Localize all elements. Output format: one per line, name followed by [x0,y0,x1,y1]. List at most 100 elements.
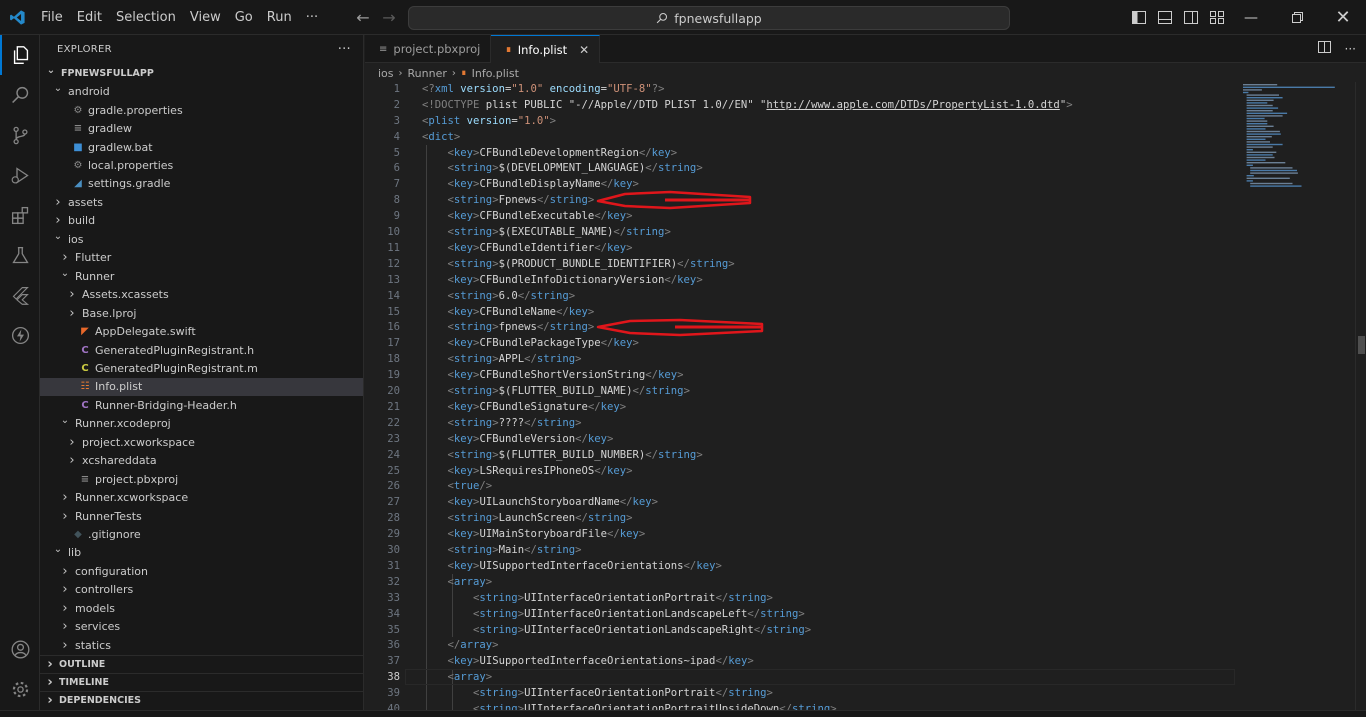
minimap-line [1246,120,1268,122]
breadcrumb-item[interactable]: Info.plist [472,67,519,80]
editor-tab-bar: ≡ project.pbxproj ∎ Info.plist ✕ ··· [365,35,1366,63]
chevron-right-icon: › [47,693,53,708]
tree-file[interactable]: ◆ .gitignore [40,525,363,544]
minimize-icon[interactable]: — [1228,0,1274,35]
menu-item[interactable]: View [183,0,228,35]
status-bar [0,710,1366,717]
tab-info-plist[interactable]: ∎ Info.plist ✕ [491,35,601,63]
menu-item[interactable]: Selection [109,0,183,35]
search-icon[interactable] [0,75,40,115]
section-outline[interactable]: › OUTLINE [40,655,363,673]
tree-item-label: Base.lproj [82,306,137,320]
vertical-scrollbar[interactable] [1355,82,1366,717]
tree-item-label: build [68,214,96,228]
tree-folder[interactable]: › project.xcworkspace [40,433,363,452]
tree-folder[interactable]: › Assets.xcassets [40,285,363,304]
split-editor-icon[interactable] [1317,41,1331,57]
thunder-client-icon[interactable] [0,315,40,355]
tree-folder[interactable]: › statics [40,636,363,655]
code-editor[interactable]: 1 <?xml version="1.0" encoding="UTF-8"?> 2… [365,82,1355,717]
tree-file[interactable]: C GeneratedPluginRegistrant.h [40,341,363,360]
explorer-more-actions[interactable]: ··· [338,42,351,57]
tree-file[interactable]: C GeneratedPluginRegistrant.m [40,359,363,378]
tree-folder[interactable]: › services [40,618,363,637]
search-icon [656,12,668,24]
restore-icon[interactable] [1274,0,1320,35]
chevron-right-icon: › [62,563,68,579]
minimap-line [1246,94,1279,96]
extensions-icon[interactable] [0,195,40,235]
tree-folder[interactable]: ⌄ Runner [40,267,363,286]
tree-folder[interactable]: ⌄ Runner.xcodeproj [40,415,363,434]
toggle-panel-icon[interactable] [1152,11,1178,24]
breadcrumb: ios › Runner › ∎ Info.plist [365,63,1366,83]
menu-item[interactable]: ··· [299,0,325,35]
minimap-line [1246,123,1268,125]
tree-folder[interactable]: › Flutter [40,249,363,268]
more-actions-icon[interactable]: ··· [1345,42,1356,56]
forward-arrow-icon[interactable]: → [376,8,402,27]
command-center-label: fpnewsfullapp [674,10,762,26]
tab-project-pbxproj[interactable]: ≡ project.pbxproj [365,35,492,63]
menu-item[interactable]: File [34,0,70,35]
scrollbar-thumb[interactable] [1358,336,1365,354]
tree-file[interactable]: ■ gradlew.bat [40,138,363,157]
tree-folder[interactable]: ⌄ android [40,82,363,101]
tree-folder[interactable]: › assets [40,193,363,212]
tree-file[interactable]: C Runner-Bridging-Header.h [40,396,363,415]
section-dependencies[interactable]: › DEPENDENCIES [40,691,363,709]
source-control-icon[interactable] [0,115,40,155]
tree-file[interactable]: ≡ project.pbxproj [40,470,363,489]
explorer-icon[interactable] [0,35,40,75]
toggle-primary-sidebar-icon[interactable] [1126,11,1152,24]
minimap[interactable] [1240,82,1355,192]
tree-file[interactable]: ◤ AppDelegate.swift [40,322,363,341]
toggle-secondary-sidebar-icon[interactable] [1178,11,1204,24]
menu-item[interactable]: Run [260,0,299,35]
explorer-header: EXPLORER ··· [40,35,363,63]
menu-item[interactable]: Go [228,0,260,35]
tree-item-label: project.xcworkspace [82,435,195,449]
close-tab-icon[interactable]: ✕ [579,43,589,57]
swift-icon: ◤ [81,326,89,338]
breadcrumb-item[interactable]: ios [378,67,394,80]
close-window-icon[interactable]: ✕ [1320,0,1366,35]
testing-flask-icon[interactable] [0,235,40,275]
tree-folder[interactable]: ⌄ ios [40,230,363,249]
flutter-icon[interactable] [0,275,40,315]
menu-item[interactable]: Edit [70,0,109,35]
tree-item-label: GeneratedPluginRegistrant.h [95,343,255,357]
tree-item-label: Info.plist [95,380,143,394]
manage-gear-icon[interactable] [0,669,40,709]
minimap-line [1243,86,1335,88]
tree-file[interactable]: ☷ Info.plist [40,377,363,397]
customize-layout-icon[interactable] [1204,11,1230,24]
tree-folder[interactable]: ⌄ FPNEWSFULLAPP [40,64,363,83]
tree-folder[interactable]: › Base.lproj [40,304,363,323]
minimap-line [1246,175,1254,177]
tree-folder[interactable]: › models [40,599,363,618]
tree-file[interactable]: ≡ gradlew [40,119,363,138]
tree-file[interactable]: ◢ settings.gradle [40,175,363,194]
chevron-down-icon: ⌄ [46,64,56,76]
tree-folder[interactable]: › build [40,212,363,231]
breadcrumb-item[interactable]: Runner [408,67,447,80]
minimap-line [1246,138,1266,140]
tree-folder[interactable]: ⌄ lib [40,544,363,563]
tree-folder[interactable]: › controllers [40,581,363,600]
tree-file[interactable]: ⚙ gradle.properties [40,101,363,120]
run-debug-icon[interactable] [0,155,40,195]
tree-folder[interactable]: › Runner.xcworkspace [40,488,363,507]
tree-folder[interactable]: › configuration [40,562,363,581]
tree-item-label: xcshareddata [82,454,157,468]
tree-file[interactable]: ⚙ local.properties [40,156,363,175]
title-bar: File Edit Selection View Go Run ··· ← → fpnews… [0,0,1366,35]
command-center-search[interactable]: fpnewsfullapp [408,6,1010,30]
back-arrow-icon[interactable]: ← [350,8,376,27]
tree-folder[interactable]: › RunnerTests [40,507,363,526]
section-timeline[interactable]: › TIMELINE [40,673,363,691]
tree-folder[interactable]: › xcshareddata [40,451,363,470]
minimap-line [1246,156,1275,159]
chevron-down-icon: ⌄ [53,83,63,95]
accounts-icon[interactable] [0,629,40,669]
